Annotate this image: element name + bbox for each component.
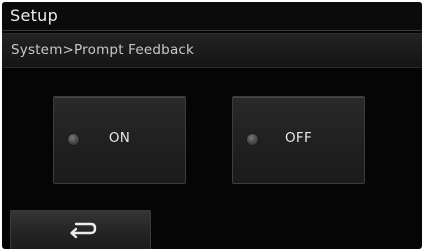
- back-arrow-icon: [70, 222, 97, 239]
- header-divider: [2, 30, 422, 31]
- off-label: OFF: [284, 130, 313, 146]
- breadcrumb: System>Prompt Feedback: [11, 42, 195, 58]
- page-title: Setup: [10, 6, 59, 25]
- off-button[interactable]: OFF: [232, 96, 365, 184]
- header-bar: Setup: [2, 2, 422, 30]
- setup-screen: Setup System>Prompt Feedback ON OFF: [2, 2, 422, 249]
- on-label: ON: [108, 130, 131, 146]
- back-button[interactable]: [10, 210, 151, 249]
- breadcrumb-bar: System>Prompt Feedback: [2, 33, 422, 68]
- on-button[interactable]: ON: [53, 96, 186, 184]
